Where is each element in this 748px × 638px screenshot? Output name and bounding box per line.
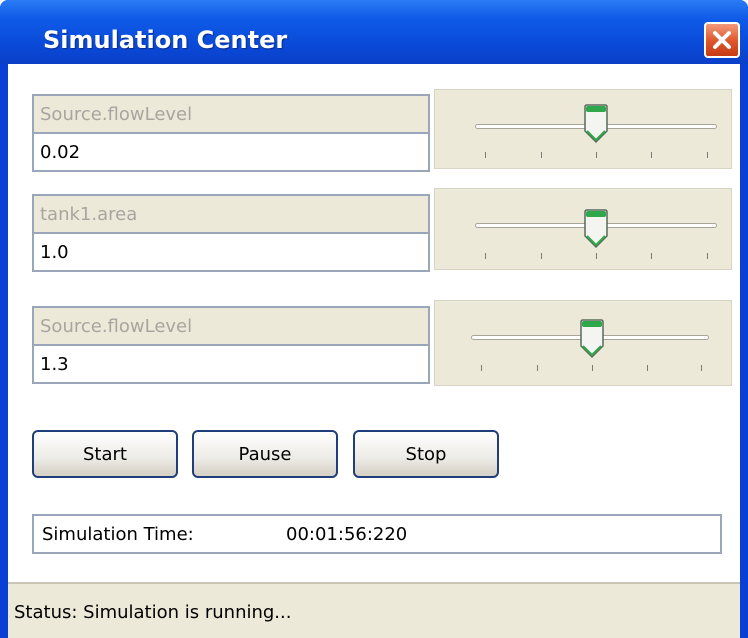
slider-tick xyxy=(701,365,702,371)
parameter-slider-2[interactable] xyxy=(434,188,732,270)
slider-tick xyxy=(596,253,597,259)
slider-tick xyxy=(707,253,708,259)
slider-tick xyxy=(485,152,486,158)
slider-tick xyxy=(541,152,542,158)
slider-tick xyxy=(651,152,652,158)
status-text: Status: Simulation is running... xyxy=(14,602,292,623)
slider-tick xyxy=(537,365,538,371)
slider-tick xyxy=(651,253,652,259)
pause-button[interactable]: Pause xyxy=(192,430,338,478)
window-title: Simulation Center xyxy=(43,26,288,54)
simulation-window: Simulation Center Source.flowLevel 0.02 xyxy=(0,0,748,638)
slider-tick xyxy=(485,253,486,259)
client-area: Source.flowLevel 0.02 tank1.area 1.0 Sou… xyxy=(8,64,740,638)
parameter-label: tank1.area xyxy=(32,194,430,234)
slider-tick xyxy=(707,152,708,158)
slider-tick xyxy=(481,365,482,371)
stop-button[interactable]: Stop xyxy=(353,430,499,478)
title-bar[interactable]: Simulation Center xyxy=(0,0,748,64)
parameter-value-input[interactable]: 1.0 xyxy=(32,234,430,272)
simulation-time-display: Simulation Time: 00:01:56:220 xyxy=(32,514,722,554)
parameter-slider-1[interactable] xyxy=(434,89,732,169)
slider-thumb[interactable] xyxy=(583,104,609,144)
slider-tick xyxy=(541,253,542,259)
parameter-value-input[interactable]: 1.3 xyxy=(32,346,430,384)
simulation-time-label: Simulation Time: xyxy=(42,524,194,545)
parameter-value-input[interactable]: 0.02 xyxy=(32,134,430,172)
slider-thumb[interactable] xyxy=(579,319,605,359)
simulation-time-value: 00:01:56:220 xyxy=(286,524,408,545)
start-button[interactable]: Start xyxy=(32,430,178,478)
slider-tick xyxy=(647,365,648,371)
slider-thumb[interactable] xyxy=(583,209,609,249)
parameter-label: Source.flowLevel xyxy=(32,94,430,134)
slider-tick xyxy=(592,365,593,371)
parameter-slider-3[interactable] xyxy=(434,300,732,386)
close-button[interactable] xyxy=(704,22,740,58)
close-icon xyxy=(713,31,731,49)
slider-tick xyxy=(596,152,597,158)
parameter-label: Source.flowLevel xyxy=(32,306,430,346)
status-bar: Status: Simulation is running... xyxy=(8,582,740,638)
